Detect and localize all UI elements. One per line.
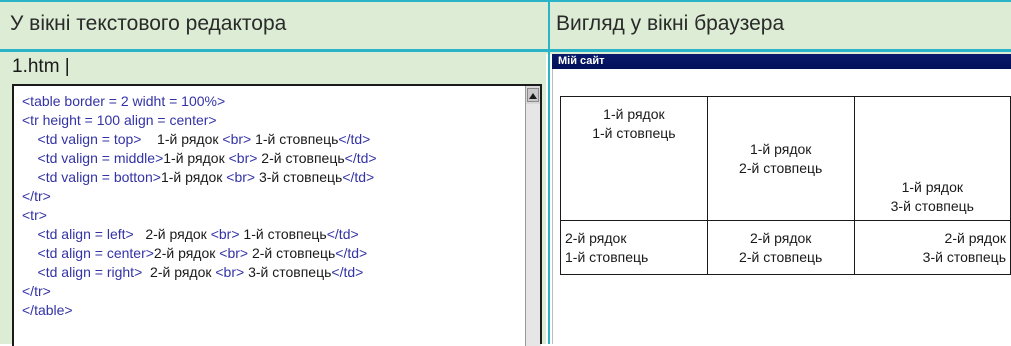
text-token: 1-й рядок [160, 169, 227, 185]
html-tag-token: </tr> [22, 188, 51, 204]
page: У вікні текстового редактора Вигляд у ві… [0, 0, 1011, 346]
html-tag-token: <br> [226, 169, 256, 185]
browser-frame-edge [552, 69, 553, 344]
html-tag-token: <td valign = botton> [22, 169, 161, 185]
html-tag-token: <br> [215, 264, 245, 280]
code-line[interactable]: <td valign = middle>1-й рядок <br> 2-й с… [22, 149, 377, 168]
code-line[interactable]: <tr height = 100 align = center> [22, 111, 377, 130]
text-token: 2-й рядок [153, 245, 220, 261]
code-line[interactable]: </tr> [22, 282, 377, 301]
html-tag-token: </td> [338, 131, 371, 147]
text-token: 1-й стовпець [251, 131, 339, 147]
table-cell: 1-й рядок 2-й стовпець [706, 96, 855, 221]
text-token: 3-й стовпець [255, 169, 343, 185]
cell-line: 2-й рядок [944, 229, 1006, 246]
text-token: 2-й стовпець [257, 150, 345, 166]
html-tag-token: <td align = left> [22, 226, 134, 242]
html-tag-token: </table> [22, 302, 73, 318]
vertical-scrollbar[interactable] [525, 86, 541, 346]
table-cell: 1-й рядок 1-й стовпець [560, 96, 708, 221]
html-tag-token: <tr height = 100 align = center> [22, 112, 217, 128]
html-tag-token: <br> [210, 226, 240, 242]
code-line[interactable]: <td valign = top> 1-й рядок <br> 1-й сто… [22, 130, 377, 149]
table-cell: 1-й рядок 3-й стовпець [853, 96, 1011, 221]
cell-line: 2-й рядок [565, 229, 627, 246]
scroll-track[interactable] [526, 104, 541, 346]
editor-filename: 1.htm | [12, 56, 70, 77]
editor-section-title: У вікні текстового редактора [10, 12, 287, 35]
html-tag-token: <table border = 2 widht = 100%> [22, 93, 226, 109]
cell-line: 1-й рядок [901, 179, 964, 195]
html-tag-token: <tr> [22, 207, 47, 223]
code-line[interactable]: <tr> [22, 206, 377, 225]
html-tag-token: </td> [326, 226, 359, 242]
code-line[interactable]: <table border = 2 widht = 100%> [22, 92, 377, 111]
text-token: 2-й стовпець [248, 245, 336, 261]
browser-window: Мій сайт 1-й рядок 1-й стовпець 1-й рядо… [552, 54, 1011, 344]
html-tag-token: </td> [335, 245, 368, 261]
code-content[interactable]: <table border = 2 widht = 100%> <tr heigh… [22, 92, 377, 320]
cell-line: 3-й стовпець [890, 198, 974, 214]
cell-line: 1-й рядок [749, 140, 812, 157]
column-divider [548, 2, 550, 344]
browser-section-title: Вигляд у вікні браузера [556, 12, 785, 35]
html-tag-token: <br> [228, 150, 258, 166]
code-line[interactable]: <td align = center>2-й рядок <br> 2-й ст… [22, 244, 377, 263]
text-token: 1-й стовпець [239, 226, 327, 242]
html-tag-token: <td valign = middle> [22, 150, 164, 166]
table-row: 1-й рядок 1-й стовпець 1-й рядок 2-й сто… [560, 96, 1011, 221]
html-tag-token: </td> [344, 150, 377, 166]
text-token: 2-й рядок [142, 264, 216, 280]
table-row: 2-й рядок 1-й стовпець 2-й рядок 2-й сто… [560, 220, 1011, 275]
cell-line: 1-й рядок [603, 106, 665, 122]
code-line[interactable]: <td align = right> 2-й рядок <br> 3-й ст… [22, 263, 377, 282]
html-tag-token: <td align = right> [22, 264, 143, 280]
text-editor[interactable]: <table border = 2 widht = 100%> <tr heigh… [12, 84, 541, 346]
table-cell: 2-й рядок 2-й стовпець [706, 220, 855, 275]
html-tag-token: </tr> [22, 283, 51, 299]
text-token: 1-й рядок [163, 150, 229, 166]
html-tag-token: <br> [219, 245, 249, 261]
html-tag-token: <td valign = top> [22, 131, 142, 147]
browser-title-bar: Мій сайт [552, 54, 1011, 69]
text-token: 2-й рядок [133, 226, 211, 242]
cell-line: 2-й стовпець [739, 248, 823, 265]
cell-line: 2-й рядок [749, 229, 812, 246]
html-tag-token: </td> [342, 169, 375, 185]
text-token: 1-й рядок [141, 131, 223, 147]
cell-line: 1-й стовпець [565, 248, 649, 265]
html-tag-token: <td align = center> [22, 245, 154, 261]
html-tag-token: <br> [222, 131, 252, 147]
code-line[interactable]: </table> [22, 301, 377, 320]
rendered-table: 1-й рядок 1-й стовпець 1-й рядок 2-й сто… [560, 96, 1011, 275]
code-line[interactable]: <td align = left> 2-й рядок <br> 1-й сто… [22, 225, 377, 244]
top-rule [0, 0, 1011, 2]
table-cell: 2-й рядок 1-й стовпець [560, 220, 708, 275]
scroll-up-button[interactable] [527, 88, 539, 102]
table-cell: 2-й рядок 3-й стовпець [853, 220, 1011, 275]
text-token: 3-й стовпець [244, 264, 332, 280]
cell-line: 2-й стовпець [739, 159, 823, 176]
scroll-up-arrow-icon [529, 86, 537, 104]
code-line[interactable]: <td valign = botton>1-й рядок <br> 3-й с… [22, 168, 377, 187]
html-tag-token: </td> [331, 264, 364, 280]
cell-line: 3-й стовпець [922, 248, 1006, 265]
cell-line: 1-й стовпець [592, 125, 676, 141]
code-line[interactable]: </tr> [22, 187, 377, 206]
editor-right-border [540, 84, 542, 344]
header-divider [0, 49, 1011, 52]
